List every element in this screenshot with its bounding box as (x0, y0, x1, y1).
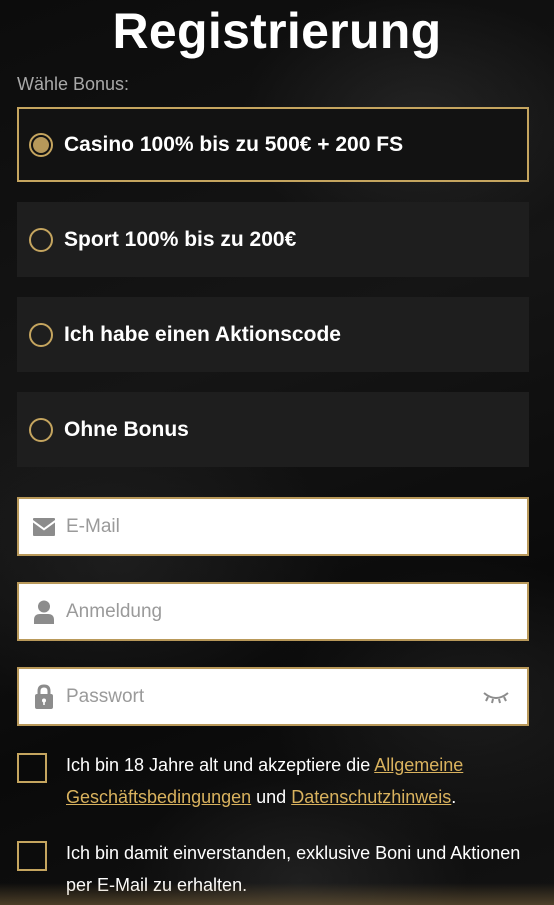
radio-dot (33, 136, 49, 153)
eye-closed-icon[interactable] (481, 687, 511, 707)
terms-text-after: . (451, 787, 457, 807)
privacy-link[interactable]: Datenschutzhinweis (291, 787, 451, 807)
bonus-option-casino[interactable]: Casino 100% bis zu 500€ + 200 FS (17, 107, 529, 182)
bonus-option-label: Ohne Bonus (64, 417, 189, 441)
terms-consent: Ich bin 18 Jahre alt und akzeptiere die … (17, 753, 529, 813)
bonus-option-label: Sport 100% bis zu 200€ (64, 227, 297, 251)
marketing-text: Ich bin damit einverstanden, exklusive B… (66, 843, 521, 895)
password-field (17, 667, 529, 726)
terms-checkbox[interactable] (17, 753, 47, 783)
email-field (17, 497, 529, 556)
bonus-option-promo-code[interactable]: Ich habe einen Aktionscode (17, 297, 529, 372)
login-input[interactable] (66, 584, 527, 639)
radio-icon[interactable] (29, 322, 53, 347)
terms-text-before: Ich bin 18 Jahre alt und akzeptiere die (66, 755, 375, 775)
radio-icon[interactable] (29, 227, 53, 252)
lock-icon (31, 683, 57, 710)
bonus-option-label: Casino 100% bis zu 500€ + 200 FS (64, 132, 404, 156)
page-title: Registrierung (112, 3, 442, 59)
terms-text: Ich bin 18 Jahre alt und akzeptiere die … (66, 749, 529, 813)
radio-icon[interactable] (29, 417, 53, 442)
envelope-icon (31, 514, 57, 540)
bonus-option-no-bonus[interactable]: Ohne Bonus (17, 392, 529, 467)
bonus-label: Wähle Bonus: (17, 74, 130, 94)
bonus-option-label: Ich habe einen Aktionscode (64, 322, 341, 346)
marketing-consent: Ich bin damit einverstanden, exklusive B… (17, 841, 529, 901)
bonus-option-sport[interactable]: Sport 100% bis zu 200€ (17, 202, 529, 277)
email-input[interactable] (66, 499, 527, 554)
marketing-checkbox[interactable] (17, 841, 47, 871)
login-field (17, 582, 529, 641)
user-icon (31, 599, 57, 625)
password-input[interactable] (66, 669, 481, 724)
registration-page: Registrierung Wähle Bonus: Casino 100% b… (0, 0, 554, 905)
terms-text-between: und (251, 787, 292, 807)
radio-selected-icon[interactable] (29, 132, 53, 157)
